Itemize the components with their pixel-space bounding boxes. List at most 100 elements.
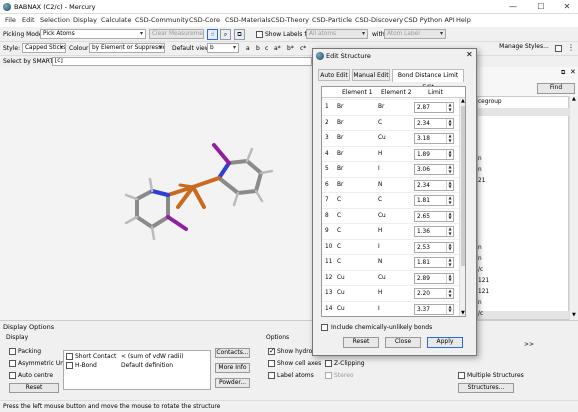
table-scroll-thumb[interactable] [461,106,465,266]
limit-spinbox[interactable]: 3.06 ▲ ▼ [414,164,454,175]
menu-file[interactable]: File [5,16,16,24]
table-row[interactable]: 12 Cu Cu 2.89 ▲ ▼ [322,269,465,286]
list-item[interactable]: 21 [478,178,485,184]
structures-button[interactable]: Structures... [458,383,514,393]
auto-centre-checkbox[interactable] [9,372,16,379]
list-item[interactable]: 121 [478,289,489,295]
limit-value[interactable]: 2.87 [417,105,430,111]
table-row[interactable]: 6 Br N 2.34 ▲ ▼ [322,176,465,193]
list-item[interactable]: n [478,156,482,162]
limit-value[interactable]: 1.81 [417,260,430,266]
list-item[interactable]: n [478,167,482,173]
spin-arrows-icon[interactable]: ▲ ▼ [446,257,453,267]
include-unlikely-bonds-checkbox[interactable] [321,324,328,331]
list-item[interactable]: n [478,256,482,262]
limit-value[interactable]: 2.89 [417,276,430,282]
spin-arrows-icon[interactable]: ▲ ▼ [446,164,453,174]
spin-arrows-icon[interactable]: ▲ ▼ [446,133,453,143]
contacts-button[interactable]: Contacts... [215,348,250,358]
limit-spinbox[interactable]: 1.89 ▲ ▼ [414,148,454,160]
clear-measurements-button[interactable]: Clear Measurements [149,29,204,39]
dialog-close-icon[interactable]: ✕ [466,50,473,59]
tab-auto-edit[interactable]: Auto Edit [318,69,350,81]
limit-spinbox[interactable]: 2.87 ▲ ▼ [414,102,454,113]
axis-bstar-button[interactable]: b* [287,45,294,52]
table-row[interactable]: 3 Br Cu 3.18 ▲ ▼ [322,130,465,146]
list-item[interactable]: 121 [478,278,489,284]
table-row[interactable]: 4 Br H 1.89 ▲ ▼ [322,145,465,162]
structure-list[interactable]: cegroup n n 21 n n /c 121 121 n /c [477,96,570,320]
table-row[interactable]: 11 C N 1.81 ▲ ▼ [322,254,465,270]
axis-astar-button[interactable]: a* [274,45,281,52]
menu-csd-theory[interactable]: CSD-Theory [271,16,309,24]
limit-spinbox[interactable]: 2.34 ▲ ▼ [414,117,454,129]
limit-spinbox[interactable]: 1.81 ▲ ▼ [414,257,454,268]
limit-value[interactable]: 3.18 [417,136,430,142]
packing-checkbox[interactable] [9,348,16,355]
limit-spinbox[interactable]: 1.81 ▲ ▼ [414,195,454,206]
limit-value[interactable]: 3.06 [417,167,430,173]
spin-arrows-icon[interactable]: ▲ ▼ [446,226,453,236]
table-row[interactable]: 5 Br I 3.06 ▲ ▼ [322,161,465,177]
scroll-up-icon[interactable]: ▲ [572,96,576,102]
pointer-icon[interactable]: ☝ [207,29,218,40]
limit-value[interactable]: 3.37 [417,307,430,313]
spin-arrows-icon[interactable]: ▲ ▼ [446,242,453,252]
menu-csd-python-api[interactable]: CSD Python API [404,16,455,24]
menu-calculate[interactable]: Calculate [101,16,131,24]
list-scrollbar[interactable]: ▲ ▼ [569,96,578,320]
limit-value[interactable]: 1.36 [417,229,430,235]
menu-csd-community[interactable]: CSD-Community [135,16,189,24]
structure-viewer[interactable] [0,67,310,320]
colour-select[interactable]: by Element or Suppression [89,43,165,53]
axis-b-button[interactable]: b [256,45,260,52]
minimize-button[interactable]: — [502,1,524,13]
menu-csd-core[interactable]: CSD-Core [189,16,220,24]
contacts-list[interactable]: Short Contact < (sum of vdW radii) H-Bon… [63,350,211,390]
menu-csd-particle[interactable]: CSD-Particle [312,16,352,24]
spin-arrows-icon[interactable]: ▲ ▼ [446,180,453,190]
default-view-select[interactable]: b [207,43,239,53]
list-item[interactable]: n [478,300,482,306]
table-row[interactable]: 10 C I 2.53 ▲ ▼ [322,238,465,255]
multiple-structures-checkbox[interactable] [458,372,465,379]
table-row[interactable]: 9 C H 1.36 ▲ ▼ [322,223,465,239]
table-scrollbar[interactable]: ▲ ▼ [459,98,465,316]
maximize-button[interactable]: ☐ [530,1,552,13]
more-info-button[interactable]: More Info [215,363,250,373]
table-row[interactable]: 13 Cu H 2.20 ▲ ▼ [322,285,465,301]
tab-manual-edit[interactable]: Manual Edit [352,69,390,81]
limit-spinbox[interactable]: 1.36 ▲ ▼ [414,226,454,237]
limit-spinbox[interactable]: 2.34 ▲ ▼ [414,179,454,191]
show-labels-checkbox[interactable] [256,31,263,38]
menu-help[interactable]: Help [456,16,471,24]
axis-a-button[interactable]: a [246,45,250,52]
table-scroll-down-icon[interactable]: ▼ [461,310,465,316]
list-item[interactable]: n [478,245,482,251]
limit-spinbox[interactable]: 2.20 ▲ ▼ [414,288,454,299]
list-item-selected[interactable] [478,108,570,116]
more-tools-icon[interactable]: ⋮ [567,43,575,52]
spin-arrows-icon[interactable]: ▲ ▼ [446,211,453,221]
scroll-down-icon[interactable]: ▼ [572,312,576,318]
table-row[interactable]: 7 C C 1.81 ▲ ▼ [322,192,465,208]
spin-arrows-icon[interactable]: ▲ ▼ [446,102,453,112]
axis-c-button[interactable]: c [265,45,268,52]
table-row[interactable]: 1 Br Br 2.87 ▲ ▼ [322,99,465,115]
spin-arrows-icon[interactable]: ▲ ▼ [446,304,453,314]
dialog-apply-button[interactable]: Apply [427,337,463,348]
toolbar-checkbox[interactable] [555,45,562,52]
limit-value[interactable]: 2.34 [417,183,430,189]
limit-spinbox[interactable]: 2.53 ▲ ▼ [414,241,454,253]
list-item[interactable]: cegroup [478,99,502,105]
limit-spinbox[interactable]: 2.65 ▲ ▼ [414,210,454,222]
axis-cstar-button[interactable]: c* [300,45,306,52]
spin-arrows-icon[interactable]: ▲ ▼ [446,195,453,205]
atom-label-select[interactable]: Atom Label [384,29,446,39]
list-item[interactable]: /c [478,311,570,319]
table-row[interactable]: 2 Br C 2.34 ▲ ▼ [322,114,465,131]
tab-bond-distance-limit-edit[interactable]: Bond Distance Limit Edit [392,69,464,91]
powder-button[interactable]: Powder... [215,378,250,388]
panel-float-icon[interactable]: ⧉ [561,69,565,77]
menu-selection[interactable]: Selection [40,16,70,24]
